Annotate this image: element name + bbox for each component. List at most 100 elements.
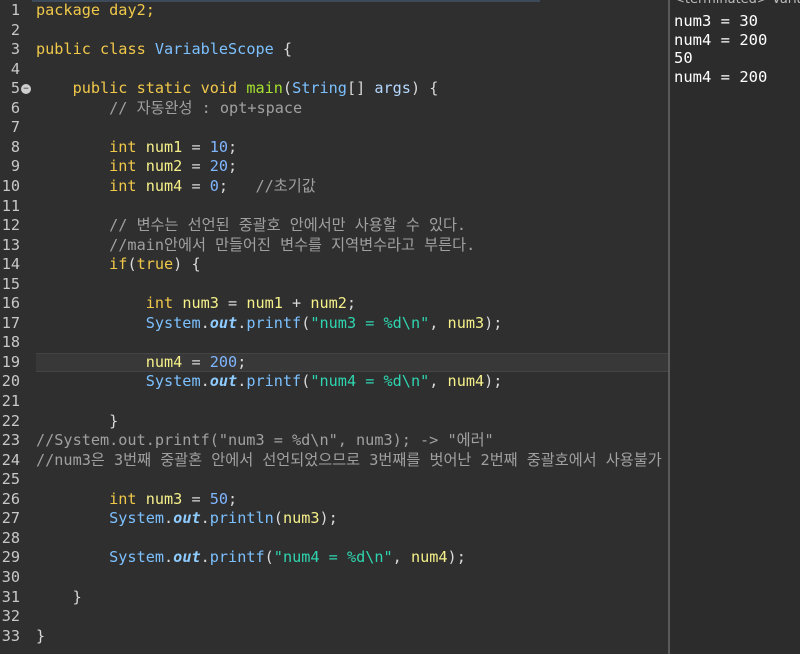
line-number: 32 <box>1 607 20 626</box>
line-number: 16 <box>1 294 20 313</box>
code-token: = <box>182 352 210 371</box>
code-token: public <box>36 79 137 98</box>
line-number: 9 <box>10 157 20 176</box>
code-token: day2; <box>109 1 155 19</box>
line-number: 2 <box>10 20 20 39</box>
code-line[interactable]: } <box>36 627 45 647</box>
console-output-line: num3 = 30 <box>674 12 758 30</box>
code-token: . <box>164 509 174 528</box>
line-number: 24 <box>1 450 20 469</box>
console-panel[interactable]: <terminated> Varia num3 = 30 num4 = 200 … <box>668 0 800 654</box>
code-token: num1 <box>145 137 183 156</box>
code-token: ( <box>264 548 274 567</box>
code-line[interactable]: System.out.printf("num3 = %d\n", num3); <box>36 313 503 334</box>
code-line[interactable]: } <box>36 412 118 432</box>
code-token: ; <box>237 352 247 371</box>
code-token: 20 <box>209 157 229 176</box>
code-token: 10 <box>209 137 229 156</box>
code-token: num4 <box>410 548 448 567</box>
code-token: 200 <box>209 352 238 371</box>
code-token: } <box>36 587 82 606</box>
code-line[interactable]: //main안에서 만들어진 변수를 지역변수라고 부른다. <box>36 236 475 256</box>
code-token: . <box>200 548 210 567</box>
code-line[interactable]: int num1 = 10; <box>36 138 237 158</box>
code-token: . <box>237 313 247 332</box>
code-line[interactable]: public static void main(String[] args) { <box>36 79 439 99</box>
code-token: System <box>36 372 201 391</box>
code-line[interactable]: if(true) { <box>36 255 201 275</box>
code-line[interactable]: System.out.printf("num4 = %d\n", num4); <box>36 548 466 568</box>
code-token: int <box>36 294 183 313</box>
code-token: ; <box>218 176 256 195</box>
code-token: } <box>36 626 46 645</box>
line-number: 31 <box>1 587 20 606</box>
code-token: = <box>182 176 210 195</box>
line-number: 5 <box>10 79 20 98</box>
code-line[interactable]: System.out.printf("num4 = %d\n", num4); <box>36 372 503 392</box>
code-token: num1 <box>246 294 283 313</box>
line-number: 7 <box>10 118 20 137</box>
code-token: ; <box>228 157 238 176</box>
line-number: 11 <box>1 196 20 215</box>
code-token: System <box>36 548 165 567</box>
line-number: 19 <box>1 352 20 371</box>
code-token: System <box>36 509 165 528</box>
code-line[interactable]: public class VariableScope { <box>36 40 292 60</box>
code-token: ) { <box>173 255 201 274</box>
code-token: true <box>136 255 174 274</box>
code-line[interactable]: int num3 = num1 + num2; <box>36 294 356 314</box>
code-token: printf <box>209 548 265 567</box>
code-token: . <box>237 372 247 391</box>
code-line[interactable]: } <box>36 588 82 608</box>
code-line[interactable]: //num3은 3번째 중괄혼 안에서 선언되었으므로 3번째를 벗어난 2번째… <box>36 451 662 471</box>
code-token: "num4 = %d\n" <box>273 548 393 567</box>
line-number: 1 <box>10 1 20 19</box>
code-token: 0 <box>209 176 219 195</box>
code-editor[interactable]: 1 2 3 4 5−6 7 8 9 10 11 12 13 14 15 16 17 18 19 20 21 22 23 24… <box>0 0 668 654</box>
line-number: 28 <box>1 528 20 547</box>
code-token: num4 <box>36 352 183 371</box>
line-number: 25 <box>1 470 20 489</box>
code-token: 50 <box>209 489 229 508</box>
code-token: + <box>282 294 311 313</box>
line-number: 13 <box>1 235 20 254</box>
code-line[interactable]: int num4 = 0; //초기값 <box>36 177 316 197</box>
code-line[interactable]: int num3 = 50; <box>36 490 237 510</box>
code-token: num3 <box>447 313 485 332</box>
code-token: , <box>429 372 448 391</box>
code-line[interactable]: int num2 = 20; <box>36 157 237 177</box>
fold-collapse-icon[interactable]: − <box>21 83 31 94</box>
code-token: int <box>36 176 146 195</box>
code-token: . <box>164 548 174 567</box>
code-line[interactable]: num4 = 200; <box>36 352 247 373</box>
code-token: , <box>429 313 448 332</box>
code-token: num2 <box>310 294 347 313</box>
line-number: 8 <box>10 137 20 156</box>
code-token: num4 <box>145 176 183 195</box>
code-token: System <box>36 313 201 332</box>
code-token: "num4 = %d\n" <box>310 372 430 391</box>
code-line[interactable]: // 자동완성 : opt+space <box>36 99 302 119</box>
code-line[interactable]: //System.out.printf("num3 = %d\n", num3)… <box>36 431 494 451</box>
code-token: , <box>392 548 411 567</box>
code-token: } <box>36 411 119 430</box>
code-token: ); <box>484 313 503 332</box>
code-line[interactable]: // 변수는 선언된 중괄호 안에서만 사용할 수 있다. <box>36 216 466 236</box>
ide-window: 1 2 3 4 5−6 7 8 9 10 11 12 13 14 15 16 17 18 19 20 21 22 23 24… <box>0 0 800 654</box>
line-number: 10 <box>1 176 20 195</box>
code-line[interactable]: package day2; <box>36 1 155 21</box>
code-token: printf <box>246 372 302 391</box>
code-token: out <box>173 509 201 528</box>
line-number: 21 <box>1 392 20 410</box>
code-token: int <box>36 157 146 176</box>
code-area[interactable]: package day2; public class VariableScope … <box>36 0 668 654</box>
code-token: = <box>182 489 210 508</box>
code-token: //System.out.printf("num3 = %d\n", num3)… <box>36 431 494 450</box>
code-line[interactable]: System.out.println(num3); <box>36 509 338 529</box>
code-token: num3 <box>145 489 183 508</box>
code-token: main <box>246 79 283 98</box>
console-output-line: 50 <box>674 49 693 67</box>
line-number: 15 <box>1 274 20 293</box>
line-number: 27 <box>1 509 20 528</box>
code-token: package <box>36 1 110 19</box>
